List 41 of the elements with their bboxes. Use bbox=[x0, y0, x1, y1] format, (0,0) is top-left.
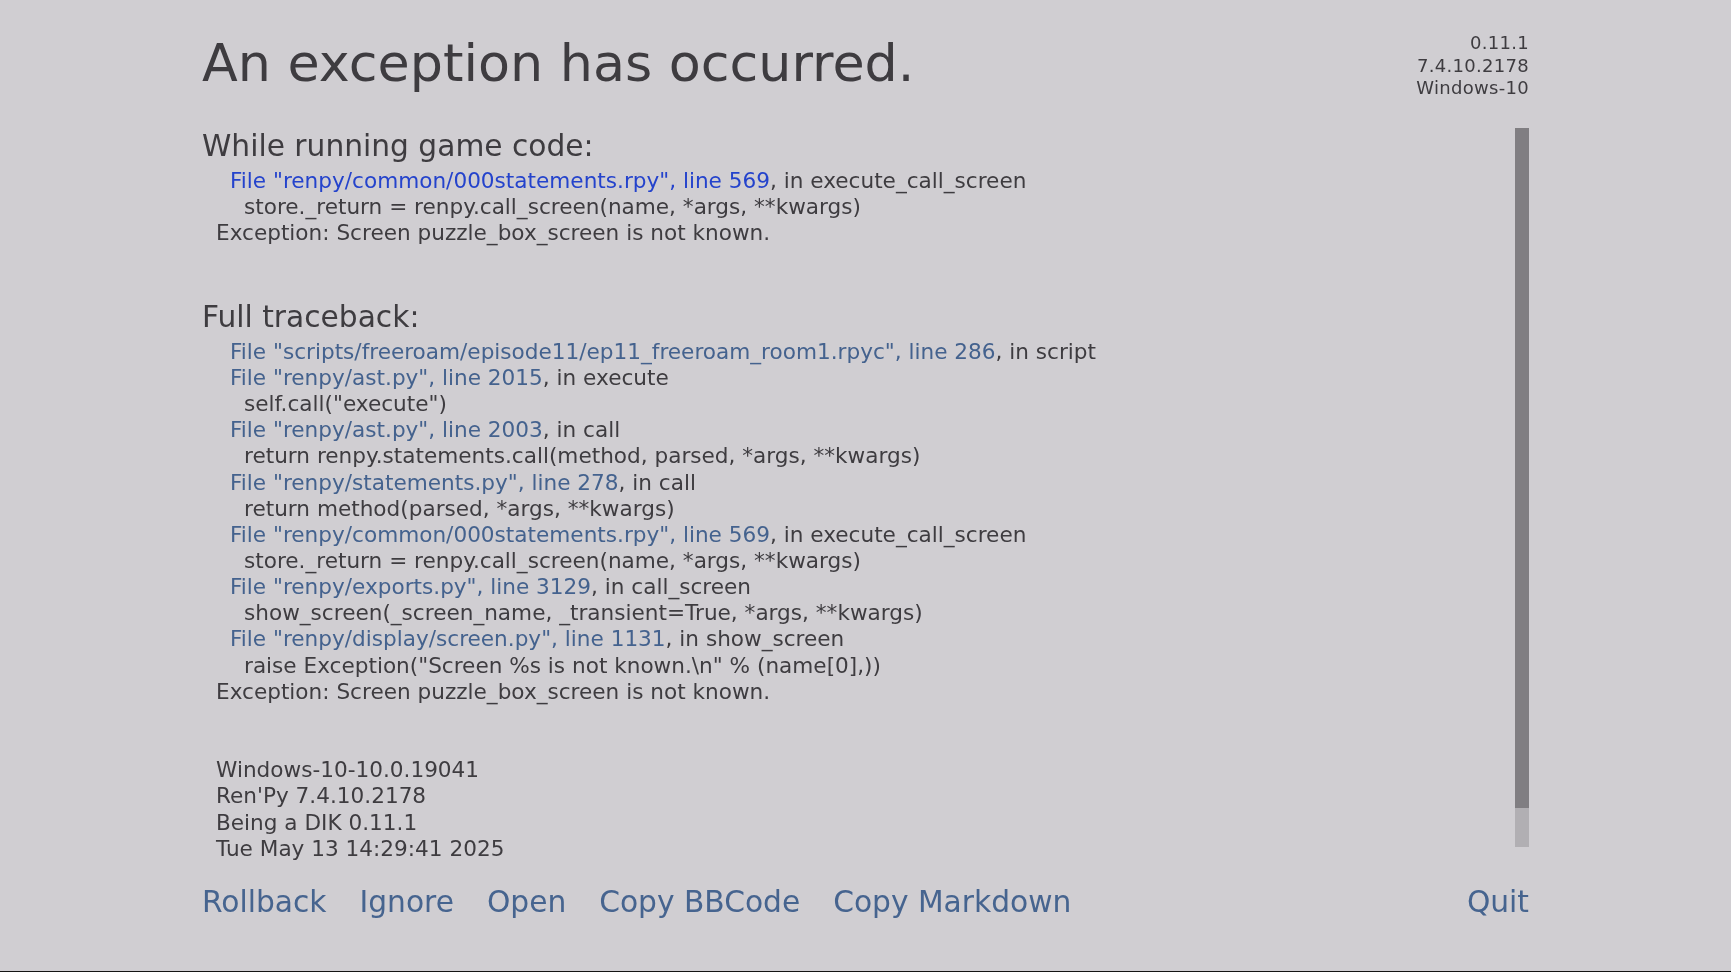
code-line: return method(parsed, *args, **kwargs) bbox=[244, 495, 675, 521]
code-line: raise Exception("Screen %s is not known.\n" % (name[0],)) bbox=[244, 652, 881, 678]
code-line: show_screen(_screen_name, _transient=True, *args, **kwargs) bbox=[244, 600, 923, 626]
system-info-text: Windows-10-10.0.19041 bbox=[216, 757, 480, 783]
version-text: 7.4.10.2178 bbox=[1416, 54, 1529, 77]
exception-message: Exception: Screen puzzle_box_screen is not known. bbox=[216, 678, 771, 704]
traceback-entry: File "renpy/common/000statements.rpy", line 569, in execute_call_screen bbox=[230, 168, 1027, 193]
file-link[interactable]: File "renpy/ast.py", line 2003 bbox=[230, 417, 543, 443]
action-button[interactable]: Open bbox=[486, 884, 567, 920]
traceback-entry: File "renpy/ast.py", line 2015, in execute bbox=[230, 364, 669, 390]
file-link[interactable]: File "renpy/common/000statements.rpy", line 569 bbox=[230, 168, 770, 193]
traceback-entry: File "renpy/display/screen.py", line 1131, in show_screen bbox=[230, 626, 845, 652]
version-text: 0.11.1 bbox=[1469, 32, 1529, 55]
section-heading: While running game code: bbox=[202, 128, 595, 164]
system-info-text: Ren'Py 7.4.10.2178 bbox=[216, 783, 427, 809]
traceback-entry: File "renpy/statements.py", line 278, in call bbox=[230, 469, 696, 495]
traceback-entry: File "renpy/common/000statements.rpy", line 569, in execute_call_screen bbox=[230, 521, 1027, 547]
section-heading: Full traceback: bbox=[202, 298, 421, 335]
action-button[interactable]: Copy BBCode bbox=[599, 884, 801, 920]
quit-button[interactable]: Quit bbox=[1466, 884, 1529, 920]
code-line: store._return = renpy.call_screen(name, *args, **kwargs) bbox=[244, 194, 861, 220]
code-line: return renpy.statements.call(method, parsed, *args, **kwargs) bbox=[244, 443, 921, 469]
system-info-text: Tue May 13 14:29:41 2025 bbox=[216, 835, 505, 861]
traceback-entry: File "renpy/ast.py", line 2003, in call bbox=[230, 417, 621, 443]
file-link[interactable]: File "renpy/common/000statements.rpy", line 569 bbox=[230, 521, 770, 547]
error-title: An exception has occurred. bbox=[202, 33, 915, 93]
action-button[interactable]: Rollback bbox=[202, 884, 327, 920]
exception-message: Exception: Screen puzzle_box_screen is not known. bbox=[216, 220, 771, 246]
action-button[interactable]: Ignore bbox=[359, 884, 454, 920]
file-link[interactable]: File "renpy/ast.py", line 2015 bbox=[230, 364, 543, 390]
version-text: Windows-10 bbox=[1416, 77, 1529, 100]
file-link[interactable]: File "scripts/freeroam/episode11/ep11_freeroam_room1.rpyc", line 286 bbox=[230, 338, 996, 364]
code-line: store._return = renpy.call_screen(name, *args, **kwargs) bbox=[244, 548, 861, 573]
traceback-entry: File "renpy/exports.py", line 3129, in call_screen bbox=[230, 574, 752, 600]
file-link[interactable]: File "renpy/exports.py", line 3129 bbox=[230, 574, 592, 600]
file-link[interactable]: File "renpy/display/screen.py", line 1131 bbox=[230, 626, 666, 652]
file-link[interactable]: File "renpy/statements.py", line 278 bbox=[230, 469, 619, 495]
action-button[interactable]: Copy Markdown bbox=[833, 884, 1072, 920]
traceback-entry: File "scripts/freeroam/episode11/ep11_freeroam_room1.rpyc", line 286, in script bbox=[230, 338, 1096, 364]
code-line: self.call("execute") bbox=[244, 391, 447, 417]
system-info-text: Being a DIK 0.11.1 bbox=[216, 809, 418, 835]
